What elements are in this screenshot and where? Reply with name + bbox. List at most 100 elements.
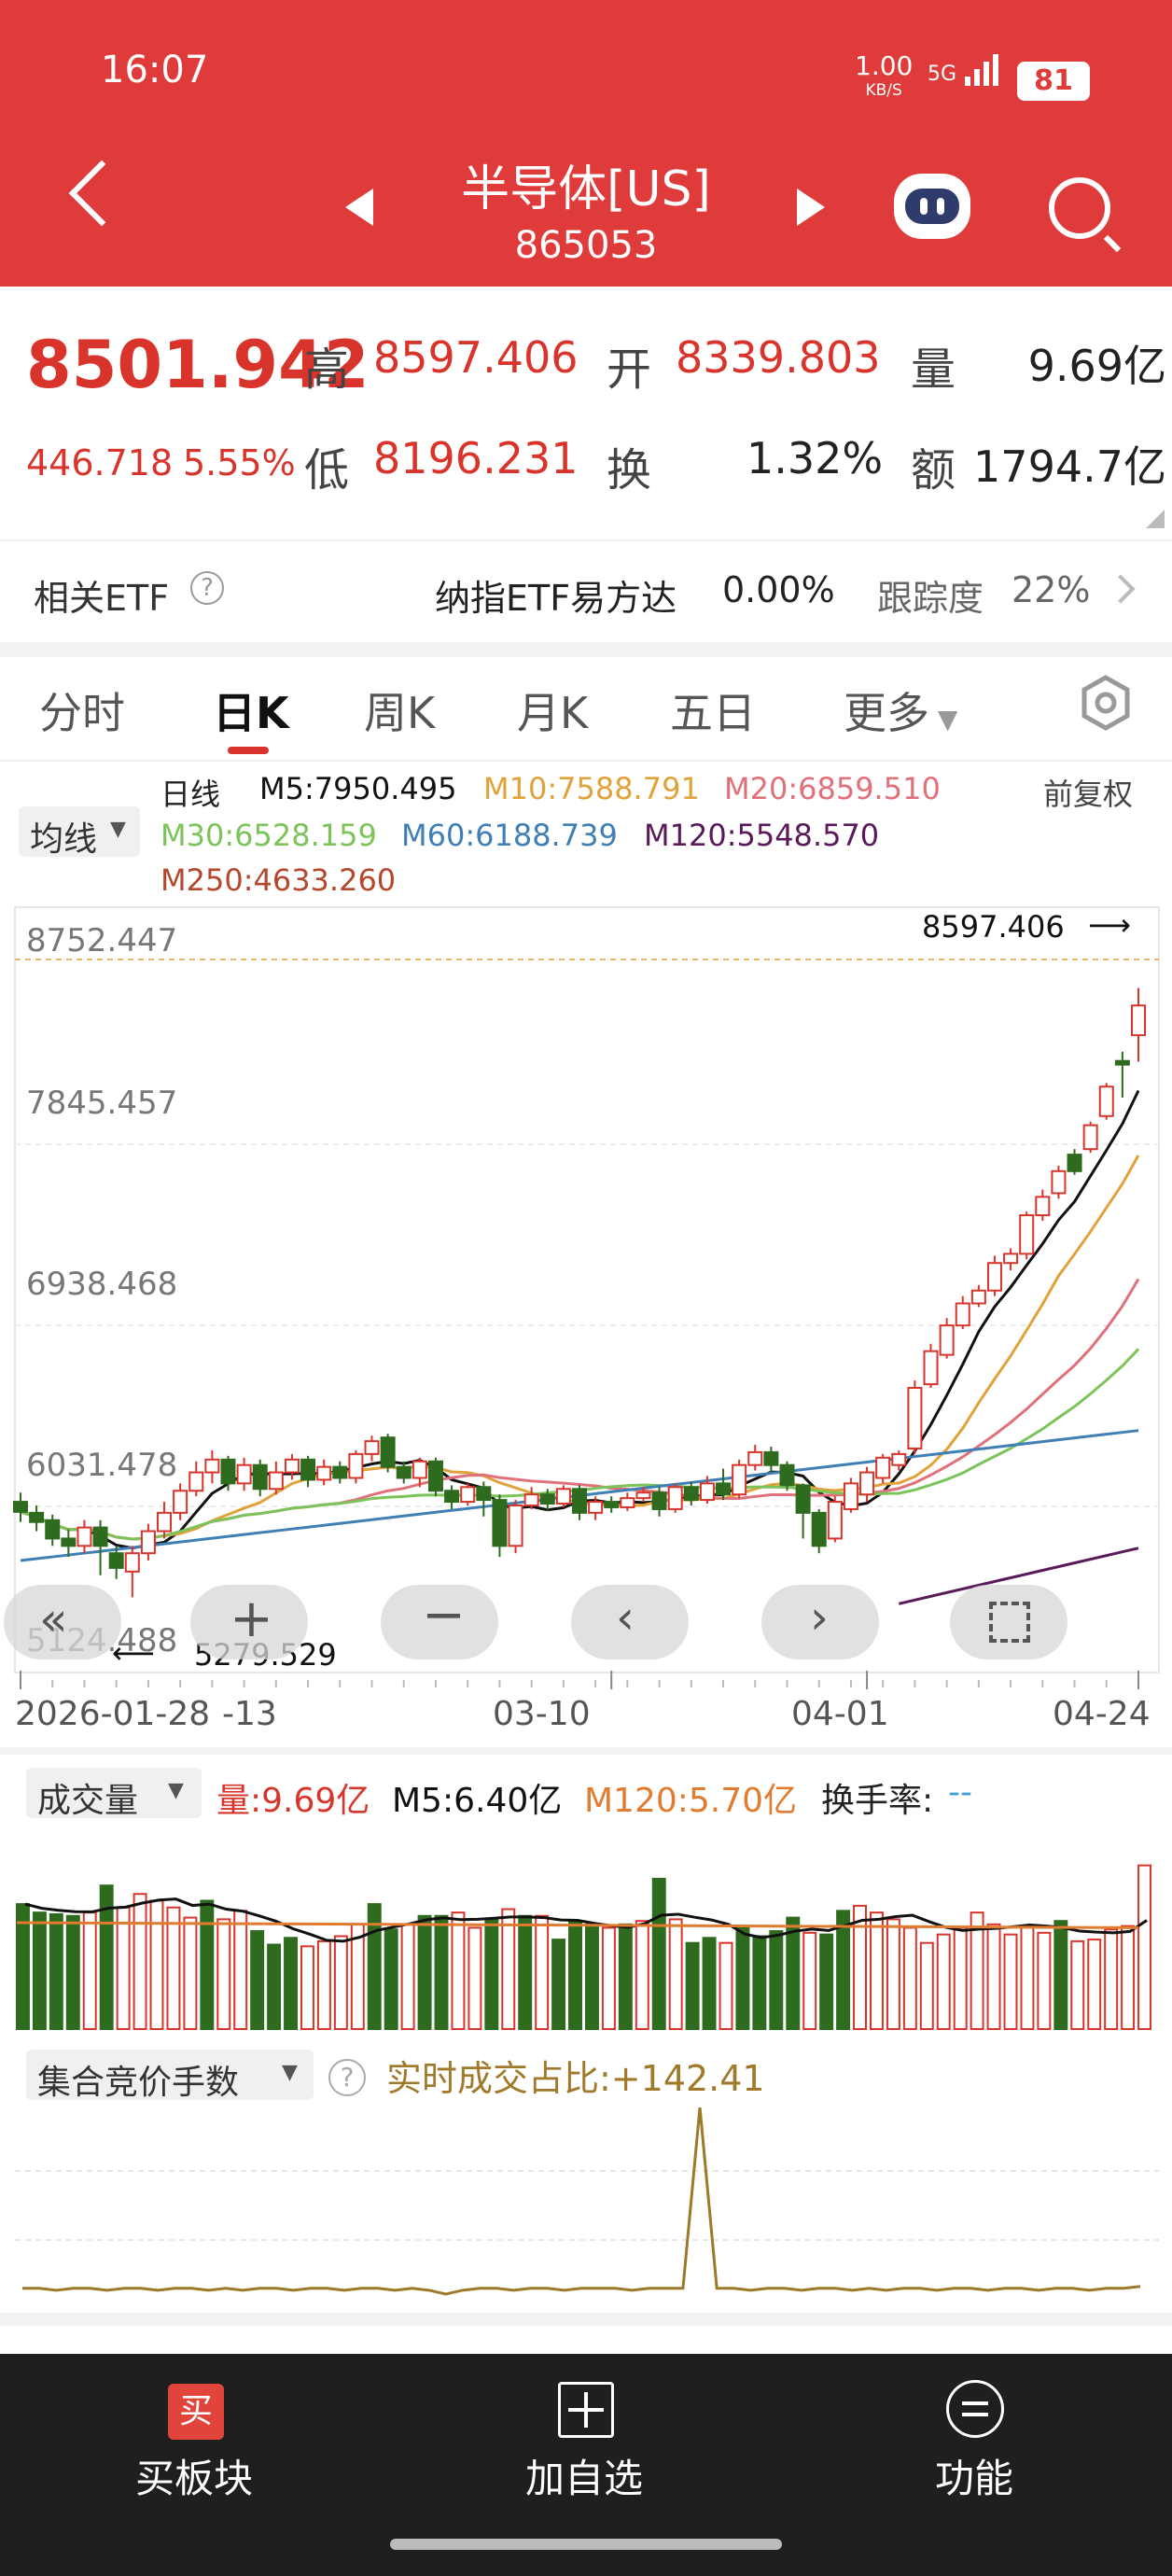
candle-body — [173, 1490, 188, 1514]
candle — [1003, 1248, 1019, 1271]
candle-body — [795, 1484, 811, 1514]
candle-body — [747, 1450, 763, 1466]
volume-bar — [535, 1914, 550, 2030]
tab-daily-k[interactable]: 日K — [213, 679, 289, 741]
volume-bar — [267, 1943, 282, 2030]
auction-chart[interactable] — [0, 2091, 1172, 2315]
turnover-value: 1.32% — [746, 433, 884, 483]
assistant-robot-icon[interactable] — [894, 174, 970, 239]
scroll-right-button[interactable]: › — [761, 1585, 879, 1659]
scroll-left-button[interactable]: ‹ — [571, 1585, 689, 1659]
ma-m20: M20:6859.510 — [724, 771, 941, 806]
volume-bar — [316, 1939, 331, 2030]
candle-body — [124, 1552, 140, 1573]
ma-selector-label: 均线 — [30, 820, 98, 859]
search-icon[interactable] — [1049, 177, 1110, 239]
candle — [1082, 1121, 1098, 1154]
candle — [923, 1343, 939, 1389]
ma-line-m5 — [20, 1089, 1140, 1550]
fullscreen-button[interactable] — [950, 1585, 1067, 1659]
volume-bar — [618, 1923, 633, 2030]
candle-body — [92, 1526, 108, 1547]
buy-sector-button[interactable]: 买板块 — [101, 2447, 287, 2504]
date-label: 04-01 — [791, 1695, 889, 1733]
divider — [0, 642, 1172, 657]
candle-body — [588, 1501, 604, 1514]
arrow-right-icon: ⟶ — [1088, 907, 1131, 943]
volume-current: 量:9.69亿 — [216, 1782, 370, 1820]
tab-more[interactable]: 更多 ▼ — [844, 679, 957, 741]
candle-body — [763, 1450, 779, 1466]
volume-chart[interactable] — [0, 1820, 1172, 2033]
zoom-in-button[interactable]: + — [190, 1585, 308, 1659]
change-percent: 5.55% — [183, 442, 296, 483]
zoom-out-button[interactable]: − — [381, 1585, 498, 1659]
candle-body — [923, 1350, 939, 1386]
volume-bar — [719, 1941, 733, 2030]
candle — [1067, 1149, 1082, 1175]
candle-body — [1035, 1196, 1051, 1217]
open-label: 开 — [607, 343, 652, 396]
candle-body — [220, 1458, 236, 1485]
candle — [364, 1435, 380, 1462]
volume-bar — [568, 1920, 583, 2030]
volume-bar — [786, 1916, 801, 2030]
candle — [683, 1481, 699, 1505]
candle-body — [604, 1501, 620, 1508]
price-axis-label: 6031.478 — [26, 1447, 178, 1484]
chevron-down-icon: ▼ — [282, 2061, 298, 2084]
tracking-label: 跟踪度 — [877, 578, 984, 619]
divider — [0, 1747, 1172, 1755]
amount-value: 1794.7亿 — [973, 441, 1166, 492]
high-label: 高 — [304, 343, 350, 396]
candle — [29, 1505, 45, 1532]
home-indicator[interactable] — [390, 2539, 782, 2550]
candle-body — [970, 1289, 986, 1305]
tab-intraday[interactable]: 分时 — [39, 679, 125, 741]
candle — [620, 1492, 635, 1511]
candle-body — [108, 1552, 124, 1569]
candle — [843, 1477, 858, 1513]
candle-body — [891, 1452, 907, 1466]
candle-body — [1131, 1004, 1146, 1037]
candle — [13, 1492, 28, 1522]
volume-bar — [284, 1937, 299, 2030]
tracking-value: 22% — [1012, 569, 1091, 610]
turnover-label: 换 — [607, 444, 652, 497]
volume-bar — [183, 1916, 198, 2030]
volume-bar — [919, 1941, 934, 2030]
candle-body — [348, 1452, 364, 1479]
candle — [732, 1459, 747, 1499]
tab-weekly-k[interactable]: 周K — [364, 679, 435, 741]
candle — [348, 1449, 364, 1484]
tab-monthly-k[interactable]: 月K — [517, 679, 588, 741]
scroll-start-button[interactable]: « — [4, 1585, 121, 1659]
date-label: 2026-01-28 — [15, 1695, 211, 1733]
candle-body — [252, 1463, 268, 1491]
candle — [1114, 1051, 1130, 1099]
price-axis-label: 7845.457 — [26, 1085, 178, 1122]
adjust-mode[interactable]: 前复权 — [1043, 771, 1133, 814]
low-value: 8196.231 — [373, 433, 579, 483]
volume-bar — [200, 1899, 215, 2030]
settings-icon[interactable] — [1075, 672, 1137, 734]
help-icon[interactable]: ? — [190, 571, 224, 605]
corner-expand-icon[interactable] — [1146, 510, 1165, 528]
candle — [476, 1481, 492, 1517]
function-button[interactable]: 功能 — [881, 2447, 1067, 2504]
tab-five-day[interactable]: 五日 — [670, 679, 756, 741]
add-watchlist-button[interactable]: 加自选 — [491, 2447, 677, 2504]
candle-body — [955, 1302, 970, 1327]
candle — [716, 1468, 732, 1501]
volume-bar — [1087, 1939, 1102, 2031]
volume-bar — [551, 1939, 566, 2031]
candle-body — [140, 1530, 156, 1555]
candle-body — [188, 1471, 204, 1492]
amount-label: 额 — [911, 444, 956, 497]
candle-body — [699, 1482, 715, 1502]
next-stock-button[interactable] — [797, 189, 825, 226]
volume-bar — [986, 1923, 1001, 2030]
signal-label: 5G — [928, 63, 957, 86]
candle — [492, 1494, 508, 1558]
candle-body — [492, 1499, 508, 1547]
